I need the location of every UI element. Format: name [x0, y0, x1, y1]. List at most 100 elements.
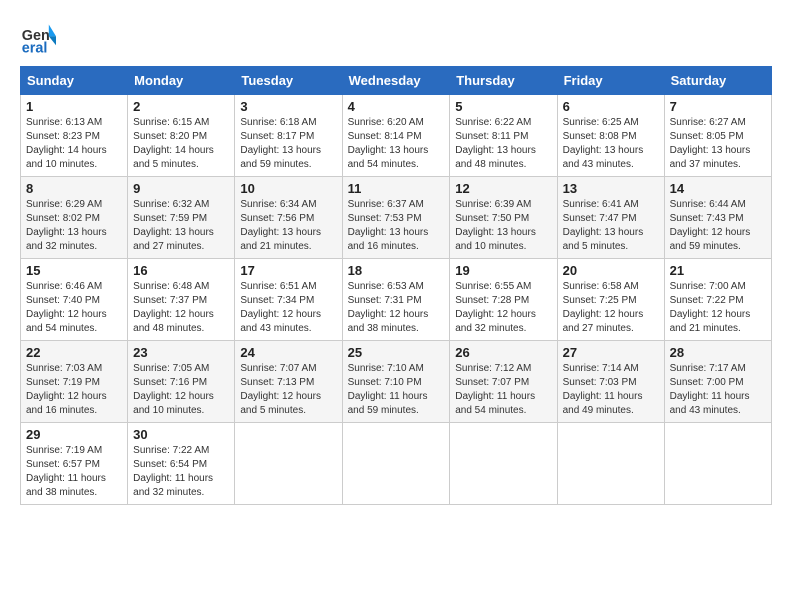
day-number: 7: [670, 99, 766, 114]
calendar-cell: 24 Sunrise: 7:07 AMSunset: 7:13 PMDayligh…: [235, 341, 342, 423]
weekday-tuesday: Tuesday: [235, 67, 342, 95]
day-info: Sunrise: 7:07 AMSunset: 7:13 PMDaylight:…: [240, 362, 336, 418]
calendar-cell: 21 Sunrise: 7:00 AMSunset: 7:22 PMDayligh…: [664, 259, 771, 341]
calendar-cell: 12Sunrise: 6:39 AMSunset: 7:50 PMDayligh…: [450, 177, 557, 259]
day-number: 15: [26, 263, 122, 278]
logo-icon: Gen eral: [20, 20, 56, 56]
day-info: Sunrise: 7:19 AMSunset: 6:57 PMDaylight:…: [26, 444, 122, 500]
calendar-cell: 20 Sunrise: 6:58 AMSunset: 7:25 PMDayligh…: [557, 259, 664, 341]
calendar-body: 1 Sunrise: 6:13 AMSunset: 8:23 PMDaylight…: [21, 95, 772, 505]
calendar-cell: 7 Sunrise: 6:27 AMSunset: 8:05 PMDaylight…: [664, 95, 771, 177]
calendar-cell: 26 Sunrise: 7:12 AMSunset: 7:07 PMDayligh…: [450, 341, 557, 423]
day-number: 16: [133, 263, 229, 278]
calendar-cell: 2 Sunrise: 6:15 AMSunset: 8:20 PMDaylight…: [128, 95, 235, 177]
calendar-cell: 6 Sunrise: 6:25 AMSunset: 8:08 PMDaylight…: [557, 95, 664, 177]
day-info: Sunrise: 6:58 AMSunset: 7:25 PMDaylight:…: [563, 280, 659, 336]
day-info: Sunrise: 6:29 AMSunset: 8:02 PMDaylight:…: [26, 198, 122, 254]
day-number: 13: [563, 181, 659, 196]
calendar-cell: 3 Sunrise: 6:18 AMSunset: 8:17 PMDaylight…: [235, 95, 342, 177]
day-number: 20: [563, 263, 659, 278]
calendar-cell: 19 Sunrise: 6:55 AMSunset: 7:28 PMDayligh…: [450, 259, 557, 341]
calendar-week-1: 1 Sunrise: 6:13 AMSunset: 8:23 PMDaylight…: [21, 95, 772, 177]
calendar-cell: 15 Sunrise: 6:46 AMSunset: 7:40 PMDayligh…: [21, 259, 128, 341]
calendar-cell: [235, 423, 342, 505]
day-number: 6: [563, 99, 659, 114]
day-number: 8: [26, 181, 122, 196]
calendar-cell: 11Sunrise: 6:37 AMSunset: 7:53 PMDayligh…: [342, 177, 450, 259]
day-number: 1: [26, 99, 122, 114]
calendar-week-4: 22Sunrise: 7:03 AMSunset: 7:19 PMDayligh…: [21, 341, 772, 423]
logo: Gen eral: [20, 20, 60, 56]
day-number: 30: [133, 427, 229, 442]
calendar-cell: 8 Sunrise: 6:29 AMSunset: 8:02 PMDaylight…: [21, 177, 128, 259]
day-info: Sunrise: 7:00 AMSunset: 7:22 PMDaylight:…: [670, 280, 766, 336]
weekday-friday: Friday: [557, 67, 664, 95]
day-info: Sunrise: 6:41 AMSunset: 7:47 PMDaylight:…: [563, 198, 659, 254]
day-info: Sunrise: 6:53 AMSunset: 7:31 PMDaylight:…: [348, 280, 445, 336]
day-number: 14: [670, 181, 766, 196]
calendar-week-3: 15 Sunrise: 6:46 AMSunset: 7:40 PMDayligh…: [21, 259, 772, 341]
calendar-cell: 4 Sunrise: 6:20 AMSunset: 8:14 PMDaylight…: [342, 95, 450, 177]
day-info: Sunrise: 7:22 AMSunset: 6:54 PMDaylight:…: [133, 444, 229, 500]
weekday-thursday: Thursday: [450, 67, 557, 95]
day-info: Sunrise: 6:32 AMSunset: 7:59 PMDaylight:…: [133, 198, 229, 254]
calendar-week-5: 29 Sunrise: 7:19 AMSunset: 6:57 PMDayligh…: [21, 423, 772, 505]
calendar-cell: [450, 423, 557, 505]
day-info: Sunrise: 6:13 AMSunset: 8:23 PMDaylight:…: [26, 116, 122, 172]
weekday-wednesday: Wednesday: [342, 67, 450, 95]
day-number: 25: [348, 345, 445, 360]
day-number: 4: [348, 99, 445, 114]
day-number: 26: [455, 345, 551, 360]
day-info: Sunrise: 6:48 AMSunset: 7:37 PMDaylight:…: [133, 280, 229, 336]
day-info: Sunrise: 6:18 AMSunset: 8:17 PMDaylight:…: [240, 116, 336, 172]
day-number: 23: [133, 345, 229, 360]
calendar-cell: 16 Sunrise: 6:48 AMSunset: 7:37 PMDayligh…: [128, 259, 235, 341]
day-number: 5: [455, 99, 551, 114]
calendar-cell: 30 Sunrise: 7:22 AMSunset: 6:54 PMDayligh…: [128, 423, 235, 505]
day-info: Sunrise: 7:17 AMSunset: 7:00 PMDaylight:…: [670, 362, 766, 418]
day-number: 17: [240, 263, 336, 278]
day-info: Sunrise: 6:46 AMSunset: 7:40 PMDaylight:…: [26, 280, 122, 336]
calendar-cell: 25Sunrise: 7:10 AMSunset: 7:10 PMDayligh…: [342, 341, 450, 423]
day-info: Sunrise: 6:22 AMSunset: 8:11 PMDaylight:…: [455, 116, 551, 172]
calendar-cell: 9 Sunrise: 6:32 AMSunset: 7:59 PMDaylight…: [128, 177, 235, 259]
day-info: Sunrise: 6:25 AMSunset: 8:08 PMDaylight:…: [563, 116, 659, 172]
day-info: Sunrise: 6:34 AMSunset: 7:56 PMDaylight:…: [240, 198, 336, 254]
calendar-week-2: 8 Sunrise: 6:29 AMSunset: 8:02 PMDaylight…: [21, 177, 772, 259]
day-number: 27: [563, 345, 659, 360]
weekday-monday: Monday: [128, 67, 235, 95]
calendar-cell: 29 Sunrise: 7:19 AMSunset: 6:57 PMDayligh…: [21, 423, 128, 505]
calendar-cell: [557, 423, 664, 505]
day-number: 3: [240, 99, 336, 114]
weekday-saturday: Saturday: [664, 67, 771, 95]
weekday-header-row: SundayMondayTuesdayWednesdayThursdayFrid…: [21, 67, 772, 95]
day-number: 18: [348, 263, 445, 278]
day-info: Sunrise: 7:12 AMSunset: 7:07 PMDaylight:…: [455, 362, 551, 418]
day-number: 9: [133, 181, 229, 196]
calendar-cell: 18 Sunrise: 6:53 AMSunset: 7:31 PMDayligh…: [342, 259, 450, 341]
day-number: 24: [240, 345, 336, 360]
day-info: Sunrise: 6:39 AMSunset: 7:50 PMDaylight:…: [455, 198, 551, 254]
day-info: Sunrise: 6:55 AMSunset: 7:28 PMDaylight:…: [455, 280, 551, 336]
calendar-cell: 1 Sunrise: 6:13 AMSunset: 8:23 PMDaylight…: [21, 95, 128, 177]
day-info: Sunrise: 6:15 AMSunset: 8:20 PMDaylight:…: [133, 116, 229, 172]
day-number: 11: [348, 181, 445, 196]
day-number: 2: [133, 99, 229, 114]
day-info: Sunrise: 6:44 AMSunset: 7:43 PMDaylight:…: [670, 198, 766, 254]
day-info: Sunrise: 7:14 AMSunset: 7:03 PMDaylight:…: [563, 362, 659, 418]
calendar-cell: 27 Sunrise: 7:14 AMSunset: 7:03 PMDayligh…: [557, 341, 664, 423]
weekday-sunday: Sunday: [21, 67, 128, 95]
page-header: Gen eral: [20, 20, 772, 56]
day-number: 21: [670, 263, 766, 278]
day-number: 19: [455, 263, 551, 278]
day-number: 28: [670, 345, 766, 360]
day-info: Sunrise: 7:03 AMSunset: 7:19 PMDaylight:…: [26, 362, 122, 418]
day-number: 10: [240, 181, 336, 196]
calendar-cell: [664, 423, 771, 505]
calendar-cell: 28 Sunrise: 7:17 AMSunset: 7:00 PMDayligh…: [664, 341, 771, 423]
day-info: Sunrise: 6:20 AMSunset: 8:14 PMDaylight:…: [348, 116, 445, 172]
day-number: 29: [26, 427, 122, 442]
calendar-cell: 13 Sunrise: 6:41 AMSunset: 7:47 PMDayligh…: [557, 177, 664, 259]
calendar-cell: 22Sunrise: 7:03 AMSunset: 7:19 PMDayligh…: [21, 341, 128, 423]
day-info: Sunrise: 6:27 AMSunset: 8:05 PMDaylight:…: [670, 116, 766, 172]
